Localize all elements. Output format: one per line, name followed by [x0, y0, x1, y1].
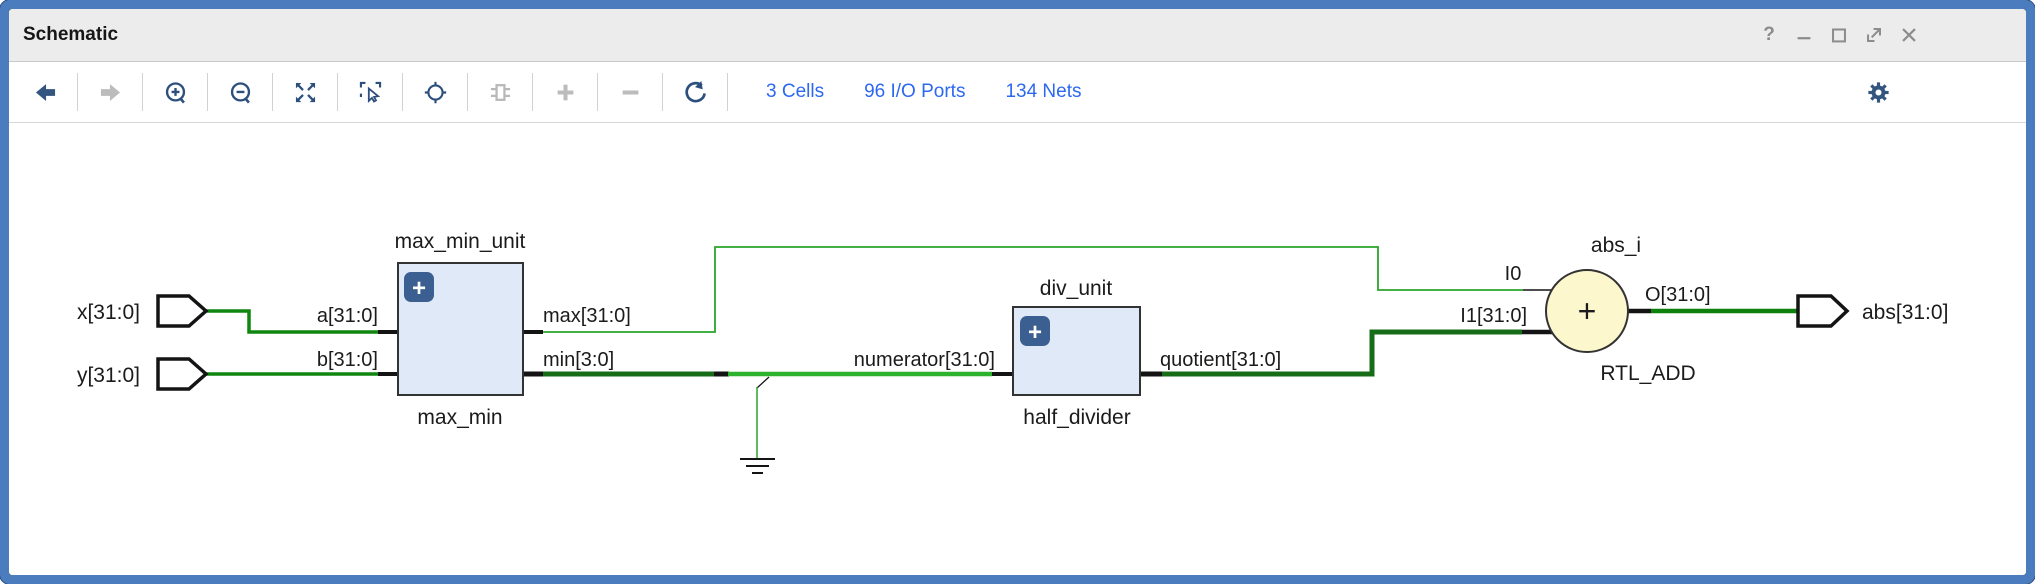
- pin-label-a: a[31:0]: [317, 305, 378, 327]
- minimize-button[interactable]: [1793, 24, 1815, 46]
- back-button[interactable]: [23, 70, 67, 114]
- maximize-button[interactable]: [1828, 24, 1850, 46]
- close-icon: [1898, 24, 1920, 46]
- back-arrow-icon: [32, 79, 59, 106]
- input-port-y[interactable]: [158, 359, 206, 389]
- toolbar-stats: 3 Cells 96 I/O Ports 134 Nets: [766, 81, 1082, 103]
- ground-symbol[interactable]: [740, 459, 775, 473]
- toolbar-separator: [532, 73, 533, 111]
- expand-button-div-unit[interactable]: +: [1020, 316, 1050, 346]
- expand-cell-button[interactable]: [478, 70, 522, 114]
- zoom-to-selection-icon: [357, 79, 384, 106]
- toolbar-separator: [727, 73, 728, 111]
- zoom-fit-icon: [292, 79, 319, 106]
- help-button[interactable]: ?: [1758, 24, 1780, 46]
- pin-label-o: O[31:0]: [1645, 284, 1711, 306]
- toolbar-separator: [77, 73, 78, 111]
- input-port-x[interactable]: [158, 296, 206, 326]
- zoom-out-button[interactable]: [218, 70, 262, 114]
- gear-icon: [1865, 79, 1892, 106]
- minimize-icon: [1793, 24, 1815, 46]
- title-bar: Schematic ?: [9, 9, 2026, 62]
- rtl-add-operator: +: [1578, 293, 1597, 329]
- add-button[interactable]: [543, 70, 587, 114]
- toolbar-separator: [662, 73, 663, 111]
- ground-tap[interactable]: [757, 377, 769, 388]
- zoom-fit-button[interactable]: [283, 70, 327, 114]
- cell-module-rtl-add: RTL_ADD: [1600, 362, 1695, 385]
- close-button[interactable]: [1898, 24, 1920, 46]
- float-button[interactable]: [1863, 24, 1885, 46]
- svg-text:+: +: [1028, 319, 1042, 346]
- io-ports-link[interactable]: 96 I/O Ports: [864, 81, 965, 103]
- toolbar-separator: [467, 73, 468, 111]
- forward-arrow-icon: [97, 79, 124, 106]
- toolbar-separator: [142, 73, 143, 111]
- zoom-to-selection-button[interactable]: [348, 70, 392, 114]
- toolbar-separator: [207, 73, 208, 111]
- cell-title-div-unit: div_unit: [1040, 277, 1113, 300]
- add-icon: [552, 79, 579, 106]
- toolbar-separator: [402, 73, 403, 111]
- zoom-out-icon: [227, 79, 254, 106]
- svg-text:+: +: [412, 275, 426, 302]
- output-port-abs[interactable]: [1798, 296, 1847, 326]
- schematic-canvas[interactable]: x[31:0] y[31:0] abs[31:0] + max_min_unit…: [9, 123, 2026, 575]
- autofit-selection-icon: [422, 79, 449, 106]
- window-title: Schematic: [9, 24, 118, 46]
- pin-label-i0: I0: [1505, 263, 1522, 285]
- regenerate-button[interactable]: [673, 70, 717, 114]
- pin-label-min: min[3:0]: [543, 349, 614, 371]
- pin-label-max: max[31:0]: [543, 305, 631, 327]
- schematic-toolbar: 3 Cells 96 I/O Ports 134 Nets: [9, 62, 2026, 123]
- forward-button[interactable]: [88, 70, 132, 114]
- autofit-selection-button[interactable]: [413, 70, 457, 114]
- zoom-in-button[interactable]: [153, 70, 197, 114]
- pin-label-i1: I1[31:0]: [1460, 305, 1527, 327]
- maximize-icon: [1828, 24, 1850, 46]
- cell-title-max-min-unit: max_min_unit: [395, 230, 526, 253]
- port-label-x: x[31:0]: [77, 301, 140, 324]
- toolbar-separator: [597, 73, 598, 111]
- settings-button[interactable]: [1856, 70, 1900, 114]
- remove-button[interactable]: [608, 70, 652, 114]
- cell-module-max-min: max_min: [417, 406, 502, 429]
- cells-link[interactable]: 3 Cells: [766, 81, 824, 103]
- pin-label-b: b[31:0]: [317, 349, 378, 371]
- cell-module-half-divider: half_divider: [1023, 406, 1130, 429]
- regenerate-icon: [682, 79, 709, 106]
- cell-title-abs-i: abs_i: [1591, 234, 1641, 257]
- pin-label-numerator: numerator[31:0]: [854, 349, 995, 371]
- remove-icon: [617, 79, 644, 106]
- port-label-abs: abs[31:0]: [1862, 301, 1948, 324]
- zoom-in-icon: [162, 79, 189, 106]
- expand-cell-icon: [487, 79, 514, 106]
- port-label-y: y[31:0]: [77, 364, 140, 387]
- float-icon: [1863, 24, 1885, 46]
- expand-button-max-min-unit[interactable]: +: [404, 272, 434, 302]
- toolbar-separator: [337, 73, 338, 111]
- pin-label-quotient: quotient[31:0]: [1160, 349, 1281, 371]
- toolbar-separator: [272, 73, 273, 111]
- nets-link[interactable]: 134 Nets: [1005, 81, 1081, 103]
